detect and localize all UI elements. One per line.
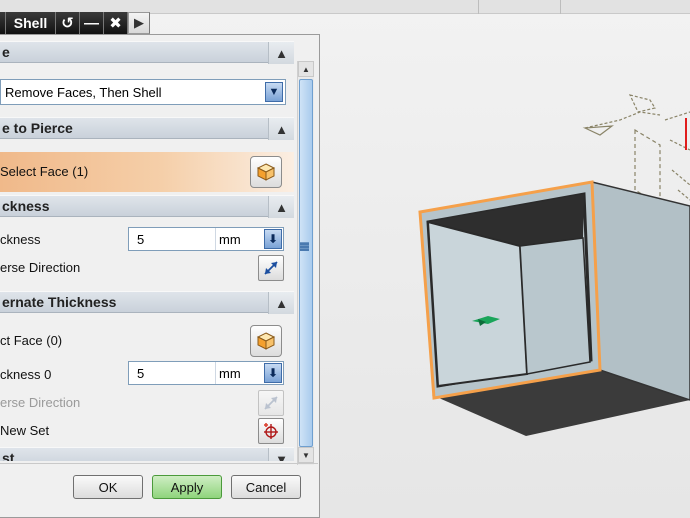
section-title: st	[2, 450, 15, 461]
cube-face-icon[interactable]	[250, 156, 282, 188]
collapse-dialog-button[interactable]: ▶	[128, 12, 150, 34]
thickness-label: ckness	[0, 232, 41, 247]
collapse-chevron-icon[interactable]: ▲	[268, 292, 294, 314]
scrollbar-grip: ▬ ▬ ▬	[300, 237, 309, 253]
thickness-value[interactable]: 5	[137, 232, 144, 247]
section-title: e	[2, 44, 10, 60]
collapse-chevron-icon[interactable]: ▲	[268, 42, 294, 64]
section-title: e to Pierce	[2, 120, 73, 136]
reverse-direction-icon[interactable]	[258, 255, 284, 281]
add-new-set-icon[interactable]	[258, 418, 284, 444]
alt-thickness-label: ckness 0	[0, 367, 52, 382]
scrollbar-thumb[interactable]	[299, 79, 313, 447]
unit-menu-arrow-icon[interactable]: ⬇	[264, 363, 282, 383]
dialog-title: Shell	[6, 12, 56, 34]
footer-separator	[0, 463, 318, 464]
shell-type-select[interactable]: Remove Faces, Then Shell ▼	[0, 79, 286, 105]
alt-thickness-unit: mm	[219, 366, 241, 381]
field-divider	[215, 228, 216, 250]
shell-dialog: e ▲ Remove Faces, Then Shell ▼ e to Pier…	[0, 34, 320, 518]
alt-thickness-value[interactable]: 5	[137, 366, 144, 381]
section-title: ckness	[2, 198, 50, 214]
dialog-scrollbar[interactable]: ▲ ▬ ▬ ▬ ▼	[297, 61, 314, 465]
minimize-button[interactable]: —	[80, 12, 104, 34]
reverse-direction-icon	[258, 390, 284, 416]
cube-face-icon[interactable]	[250, 325, 282, 357]
shell-type-value: Remove Faces, Then Shell	[5, 84, 162, 100]
reverse-direction-label: erse Direction	[0, 260, 81, 275]
ok-button[interactable]: OK	[73, 475, 143, 499]
scroll-down-arrow[interactable]: ▼	[298, 447, 314, 463]
collapse-chevron-icon[interactable]: ▲	[268, 196, 294, 218]
unit-menu-arrow-icon[interactable]: ⬇	[264, 229, 282, 249]
dialog-title-bar[interactable]: Shell ↺ — ✖ ▶	[0, 12, 154, 34]
apply-button[interactable]: Apply	[152, 475, 222, 499]
chevron-down-icon[interactable]: ▼	[265, 82, 283, 102]
face-to-pierce-section-header[interactable]: e to Pierce ▲	[0, 117, 294, 140]
thickness-section-header[interactable]: ckness ▲	[0, 195, 294, 218]
type-section-header[interactable]: e ▲	[0, 41, 294, 64]
expand-chevron-icon[interactable]: ▼	[268, 448, 294, 461]
field-divider	[215, 362, 216, 384]
section-title: ernate Thickness	[2, 294, 117, 310]
alt-thickness-field[interactable]: 5 mm ⬇	[128, 361, 284, 385]
alt-select-face-label: ct Face (0)	[0, 333, 63, 348]
close-button[interactable]: ✖	[104, 12, 128, 34]
alternate-thickness-section-header[interactable]: ernate Thickness ▲	[0, 291, 294, 314]
add-new-set-label: New Set	[0, 423, 50, 438]
select-face-label: Select Face (1)	[0, 164, 89, 179]
reset-icon[interactable]: ↺	[56, 12, 80, 34]
cancel-button[interactable]: Cancel	[231, 475, 301, 499]
thickness-field[interactable]: 5 mm ⬇	[128, 227, 284, 251]
thickness-unit: mm	[219, 232, 241, 247]
shell-body[interactable]	[418, 180, 690, 436]
alt-reverse-direction-label: erse Direction	[0, 395, 81, 410]
select-face-row[interactable]: Select Face (1)	[0, 152, 294, 192]
collapse-chevron-icon[interactable]: ▲	[268, 118, 294, 140]
dialog-content: e ▲ Remove Faces, Then Shell ▼ e to Pier…	[0, 41, 296, 461]
scroll-up-arrow[interactable]: ▲	[298, 61, 314, 77]
settings-section-header[interactable]: st ▼	[0, 447, 294, 461]
